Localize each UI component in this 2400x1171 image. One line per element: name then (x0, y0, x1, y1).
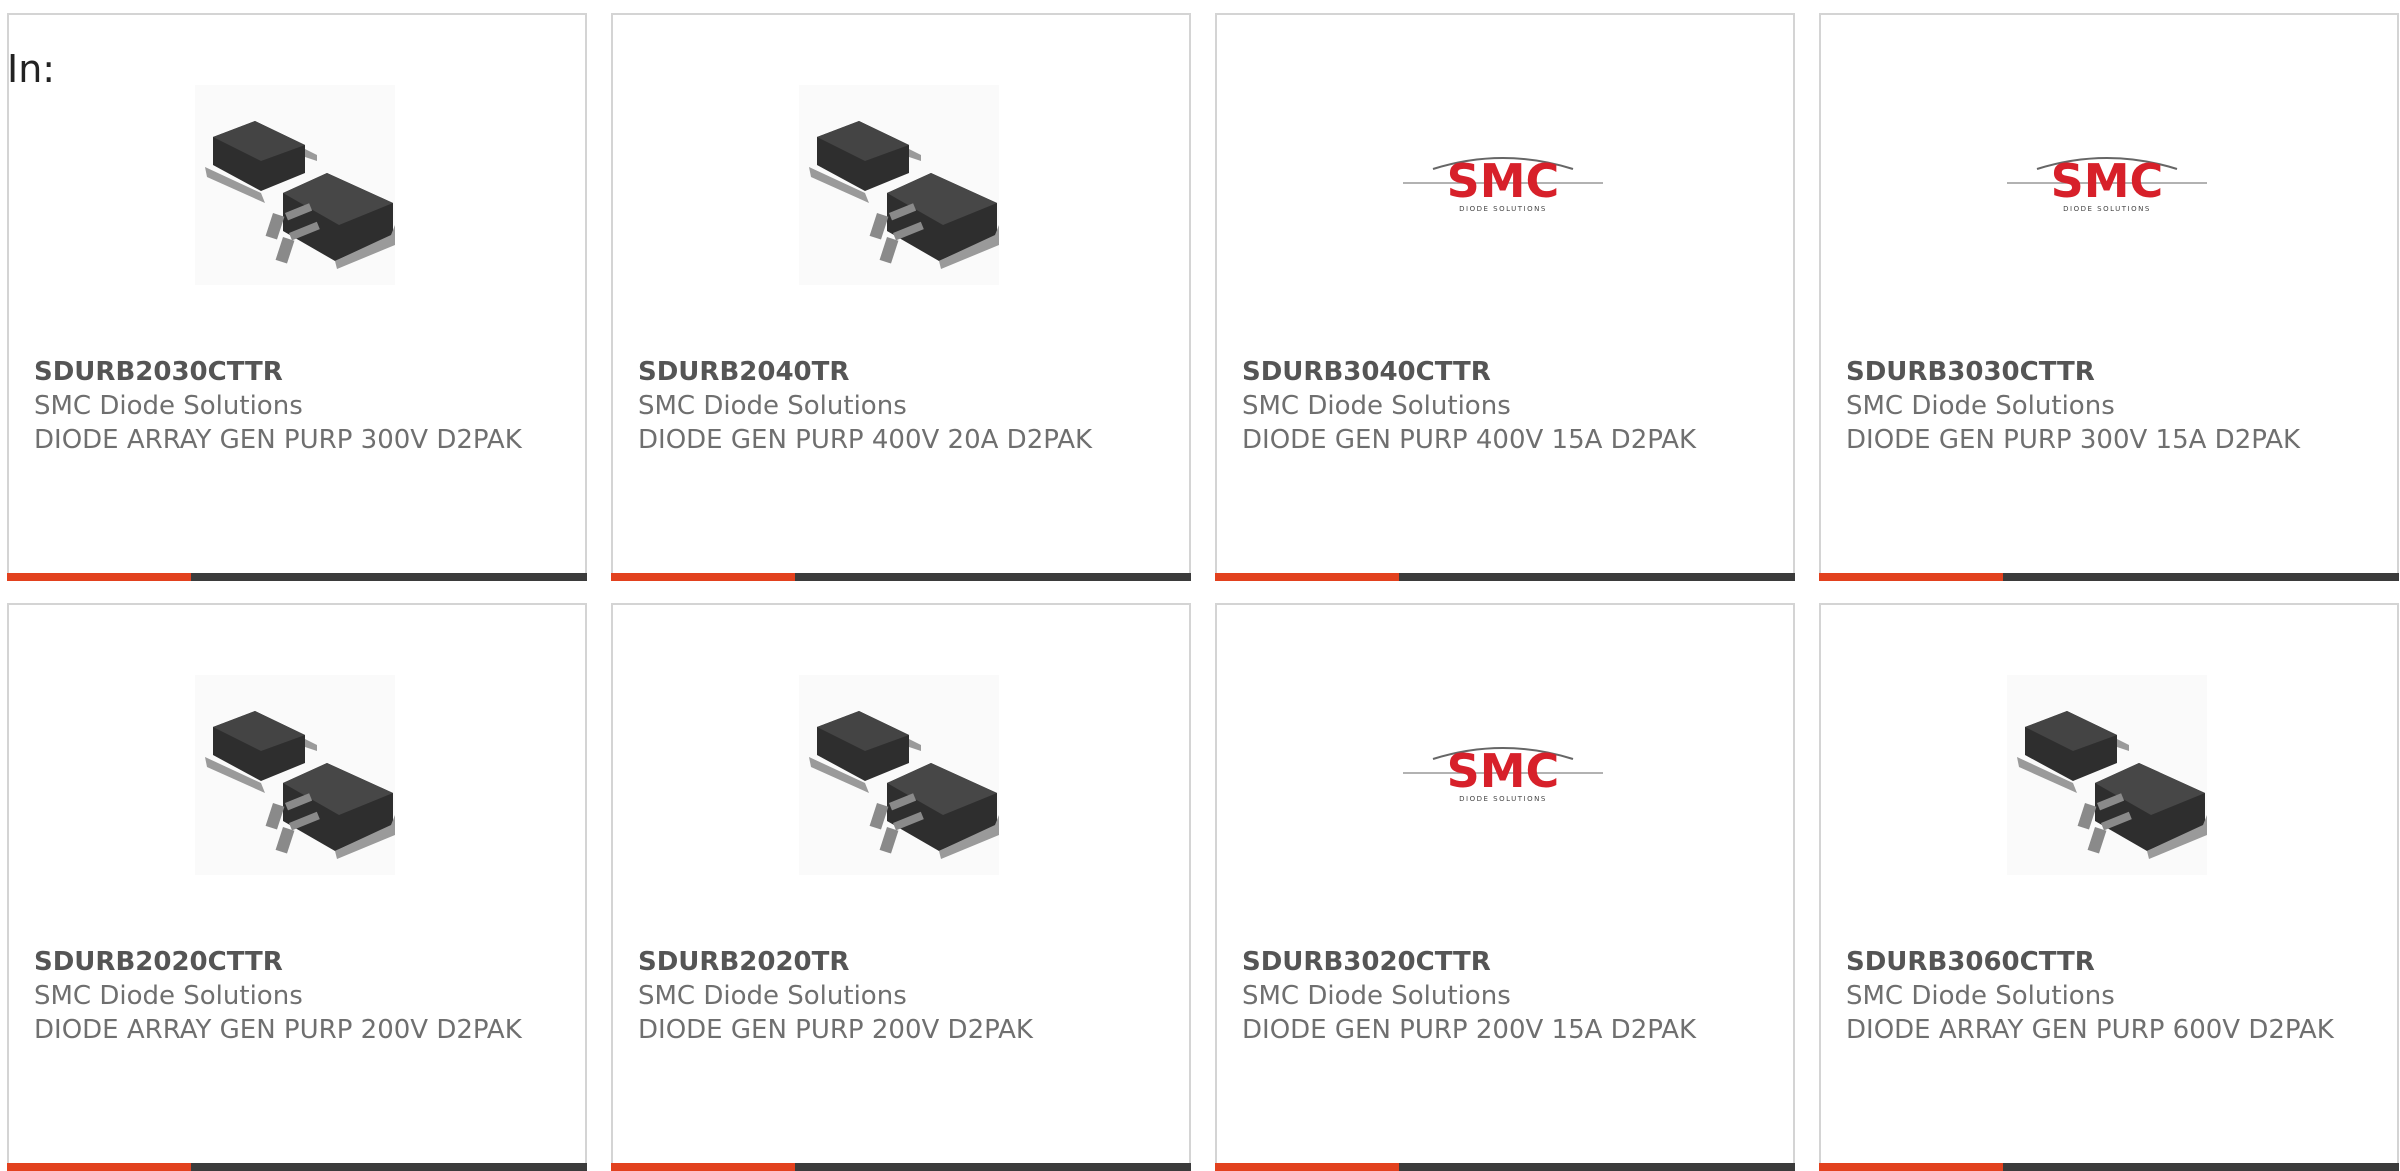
product-description: DIODE ARRAY GEN PURP 300V D2PAK (34, 425, 522, 455)
d2pak-package-icon (195, 85, 395, 285)
product-card[interactable]: SMC DIODE SOLUTIONS SDURB3030CTTR SMC Di… (1819, 13, 2399, 581)
part-number[interactable]: SDURB3030CTTR (1846, 355, 2377, 389)
manufacturer: SMC Diode Solutions (638, 391, 907, 421)
d2pak-package-icon (799, 85, 999, 285)
part-number[interactable]: SDURB2020TR (638, 945, 1169, 979)
product-card[interactable]: SDURB2040TR SMC Diode Solutions DIODE GE… (611, 13, 1191, 581)
product-description: DIODE GEN PURP 200V D2PAK (638, 1015, 1033, 1045)
part-number[interactable]: SDURB2040TR (638, 355, 1169, 389)
smc-logo: SMC DIODE SOLUTIONS (1403, 675, 1603, 875)
card-bottom-bar (1819, 1163, 2399, 1171)
product-info: SDURB2020TR SMC Diode Solutions DIODE GE… (638, 945, 1169, 1047)
card-accent (1819, 1163, 2003, 1171)
product-info: SDURB3040CTTR SMC Diode Solutions DIODE … (1242, 355, 1773, 457)
svg-text:DIODE SOLUTIONS: DIODE SOLUTIONS (2063, 205, 2151, 213)
product-description: DIODE GEN PURP 400V 20A D2PAK (638, 425, 1093, 455)
d2pak-package-icon (799, 675, 999, 875)
card-bottom-bar (1215, 573, 1795, 581)
part-number[interactable]: SDURB2020CTTR (34, 945, 565, 979)
d2pak-package-icon (195, 675, 395, 875)
card-bottom-bar (611, 573, 1191, 581)
part-number[interactable]: SDURB2030CTTR (34, 355, 565, 389)
manufacturer: SMC Diode Solutions (34, 391, 303, 421)
card-accent (7, 1163, 191, 1171)
svg-text:DIODE SOLUTIONS: DIODE SOLUTIONS (1459, 205, 1547, 213)
product-card[interactable]: SDURB2020TR SMC Diode Solutions DIODE GE… (611, 603, 1191, 1171)
product-info: SDURB2040TR SMC Diode Solutions DIODE GE… (638, 355, 1169, 457)
product-description: DIODE ARRAY GEN PURP 200V D2PAK (34, 1015, 522, 1045)
product-card[interactable]: SDURB3060CTTR SMC Diode Solutions DIODE … (1819, 603, 2399, 1171)
card-accent (7, 573, 191, 581)
filter-label: In: (7, 47, 56, 91)
product-info: SDURB3020CTTR SMC Diode Solutions DIODE … (1242, 945, 1773, 1047)
card-accent (1215, 1163, 1399, 1171)
smc-logo: SMC DIODE SOLUTIONS (2007, 85, 2207, 285)
card-bottom-bar (611, 1163, 1191, 1171)
card-bottom-bar (1215, 1163, 1795, 1171)
manufacturer: SMC Diode Solutions (34, 981, 303, 1011)
product-info: SDURB3060CTTR SMC Diode Solutions DIODE … (1846, 945, 2377, 1047)
card-bottom-bar (7, 1163, 587, 1171)
product-description: DIODE ARRAY GEN PURP 600V D2PAK (1846, 1015, 2334, 1045)
product-info: SDURB2020CTTR SMC Diode Solutions DIODE … (34, 945, 565, 1047)
manufacturer: SMC Diode Solutions (1846, 391, 2115, 421)
manufacturer: SMC Diode Solutions (1846, 981, 2115, 1011)
product-card[interactable]: SDURB2030CTTR SMC Diode Solutions DIODE … (7, 13, 587, 581)
product-info: SDURB2030CTTR SMC Diode Solutions DIODE … (34, 355, 565, 457)
product-description: DIODE GEN PURP 400V 15A D2PAK (1242, 425, 1697, 455)
product-description: DIODE GEN PURP 200V 15A D2PAK (1242, 1015, 1697, 1045)
d2pak-package-icon (2007, 675, 2207, 875)
card-accent (1215, 573, 1399, 581)
part-number[interactable]: SDURB3020CTTR (1242, 945, 1773, 979)
manufacturer: SMC Diode Solutions (638, 981, 907, 1011)
card-accent (1819, 573, 2003, 581)
product-grid: SDURB2030CTTR SMC Diode Solutions DIODE … (7, 13, 2400, 1171)
product-info: SDURB3030CTTR SMC Diode Solutions DIODE … (1846, 355, 2377, 457)
part-number[interactable]: SDURB3060CTTR (1846, 945, 2377, 979)
manufacturer: SMC Diode Solutions (1242, 391, 1511, 421)
svg-text:DIODE SOLUTIONS: DIODE SOLUTIONS (1459, 795, 1547, 803)
product-card[interactable]: SDURB2020CTTR SMC Diode Solutions DIODE … (7, 603, 587, 1171)
product-description: DIODE GEN PURP 300V 15A D2PAK (1846, 425, 2301, 455)
svg-text:SMC: SMC (1447, 744, 1560, 798)
product-card[interactable]: SMC DIODE SOLUTIONS SDURB3040CTTR SMC Di… (1215, 13, 1795, 581)
svg-text:SMC: SMC (1447, 154, 1560, 208)
part-number[interactable]: SDURB3040CTTR (1242, 355, 1773, 389)
card-accent (611, 1163, 795, 1171)
manufacturer: SMC Diode Solutions (1242, 981, 1511, 1011)
product-card[interactable]: SMC DIODE SOLUTIONS SDURB3020CTTR SMC Di… (1215, 603, 1795, 1171)
card-accent (611, 573, 795, 581)
smc-logo: SMC DIODE SOLUTIONS (1403, 85, 1603, 285)
card-bottom-bar (7, 573, 587, 581)
card-bottom-bar (1819, 573, 2399, 581)
svg-text:SMC: SMC (2051, 154, 2164, 208)
